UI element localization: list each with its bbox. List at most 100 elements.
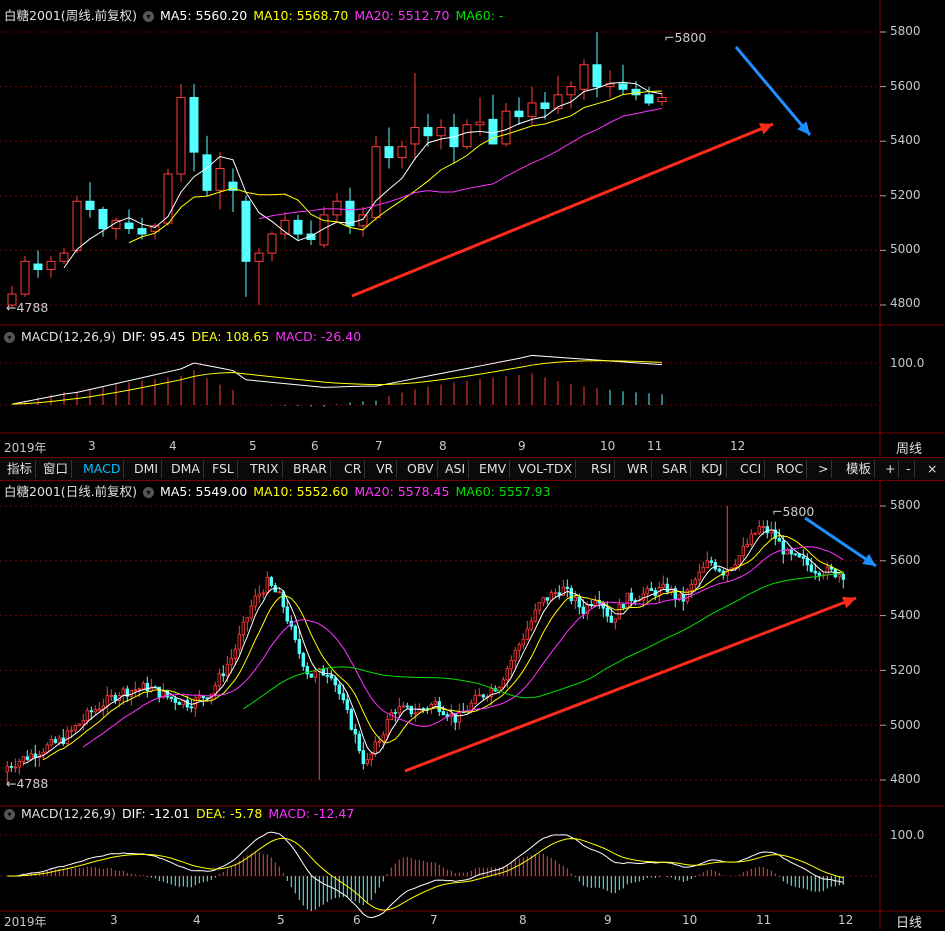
candle-body (693, 579, 697, 585)
candle-body (462, 124, 472, 148)
x-month-label: 7 (430, 913, 438, 927)
tab-emv[interactable]: EMV (476, 460, 511, 478)
tab-asi[interactable]: ASI (442, 460, 470, 478)
candle-body (93, 709, 97, 713)
x-month-label: 7 (375, 439, 383, 453)
x-month-label: 6 (353, 913, 361, 927)
candle-body (681, 594, 685, 602)
tab-window[interactable]: 窗口 (40, 460, 73, 478)
close-button[interactable]: × (924, 460, 940, 478)
arrow-icon: ← (6, 300, 17, 315)
candle-body (837, 574, 841, 578)
candle-body (81, 720, 85, 725)
candle-body (617, 604, 621, 620)
candle-body (285, 606, 289, 622)
candle-body (813, 570, 817, 574)
tab-trix[interactable]: TRIX (247, 460, 283, 478)
candle-body (265, 577, 269, 594)
tab-roc[interactable]: ROC (773, 460, 808, 478)
daily-high-marker: ⌐5800 (772, 504, 814, 519)
candle-body (592, 64, 602, 88)
candle-body (233, 648, 237, 659)
x-year-label: 2019年 (4, 915, 47, 929)
candle-body (509, 660, 513, 670)
candle-body (565, 586, 569, 589)
candle-body (325, 674, 329, 677)
x-month-label: 4 (169, 439, 177, 453)
candle-body (513, 649, 517, 661)
candle-body (137, 688, 141, 691)
candle-body (423, 127, 433, 137)
tab-vol-tdx[interactable]: VOL-TDX (515, 460, 577, 478)
candle-body (253, 595, 257, 607)
candle-body (749, 533, 753, 545)
daily-y-tick: 4800 (890, 772, 921, 786)
candle-body (697, 571, 701, 581)
candle-body (573, 597, 577, 602)
candle-body (337, 684, 341, 695)
candle-body (293, 625, 297, 640)
candle-body (85, 200, 95, 210)
tab-vr[interactable]: VR (373, 460, 398, 478)
daily-dea-line (7, 837, 844, 911)
tab-cr[interactable]: CR (341, 460, 366, 478)
tab-obv[interactable]: OBV (404, 460, 438, 478)
daily-high-label: 5800 (782, 504, 815, 519)
tab-more-button[interactable]: > (815, 460, 833, 478)
zoom-in-button[interactable]: + (882, 460, 900, 478)
daily-y-tick: 5800 (890, 498, 921, 512)
candle-body (514, 110, 524, 118)
candle-body (72, 200, 82, 251)
tab-cci[interactable]: CCI (737, 460, 766, 478)
tab-macd[interactable]: MACD (80, 460, 125, 478)
weekly-low-marker: ←4788 (6, 300, 48, 315)
candle-body (529, 620, 533, 630)
candle-body (481, 694, 485, 698)
weekly-period-label[interactable]: 周线 (896, 438, 922, 457)
tab-brar[interactable]: BRAR (290, 460, 331, 478)
candle-body (545, 597, 549, 601)
candle-body (641, 593, 645, 601)
tab-sar[interactable]: SAR (659, 460, 692, 478)
candle-body (569, 588, 573, 602)
weekly-y-tick: 5600 (890, 79, 921, 93)
candle-body (629, 592, 633, 602)
arrow-icon: ⌐ (772, 504, 783, 519)
candle-body (785, 549, 789, 555)
candle-body (384, 146, 394, 159)
candle-body (649, 588, 653, 591)
tab-indicator[interactable]: 指标 (4, 460, 37, 478)
daily-period-label[interactable]: 日线 (896, 912, 922, 931)
candle-body (661, 583, 665, 588)
candle-body (301, 652, 305, 667)
arrow-icon: ← (6, 776, 17, 791)
candle-body (657, 97, 667, 103)
candle-body (333, 677, 337, 686)
tab-kdj[interactable]: KDJ (698, 460, 727, 478)
candle-body (825, 566, 829, 576)
weekly-dea-line (11, 360, 663, 405)
indicator-tab-bar: 指标 窗口 MACD DMI DMA FSL TRIX BRAR CR VR O… (0, 457, 945, 481)
candle-body (241, 621, 245, 636)
candle-body (69, 729, 73, 732)
candle-body (521, 638, 525, 646)
tab-wr[interactable]: WR (624, 460, 653, 478)
zoom-out-button[interactable]: - (903, 460, 915, 478)
downtrend-arrow (804, 516, 877, 568)
tab-fsl[interactable]: FSL (209, 460, 238, 478)
weekly-y-tick: 5400 (890, 133, 921, 147)
candle-body (313, 671, 317, 678)
tab-rsi[interactable]: RSI (588, 460, 616, 478)
template-button[interactable]: 模板 (843, 460, 876, 478)
candle-body (457, 711, 461, 723)
candle-body (801, 556, 805, 559)
candle-body (753, 532, 757, 535)
candle-body (501, 679, 505, 688)
candle-body (757, 526, 761, 534)
tab-dma[interactable]: DMA (168, 460, 204, 478)
candle-body (189, 706, 193, 709)
tab-dmi[interactable]: DMI (131, 460, 163, 478)
candle-body (297, 639, 301, 654)
candle-body (137, 228, 147, 235)
weekly-dif-line (11, 354, 663, 405)
